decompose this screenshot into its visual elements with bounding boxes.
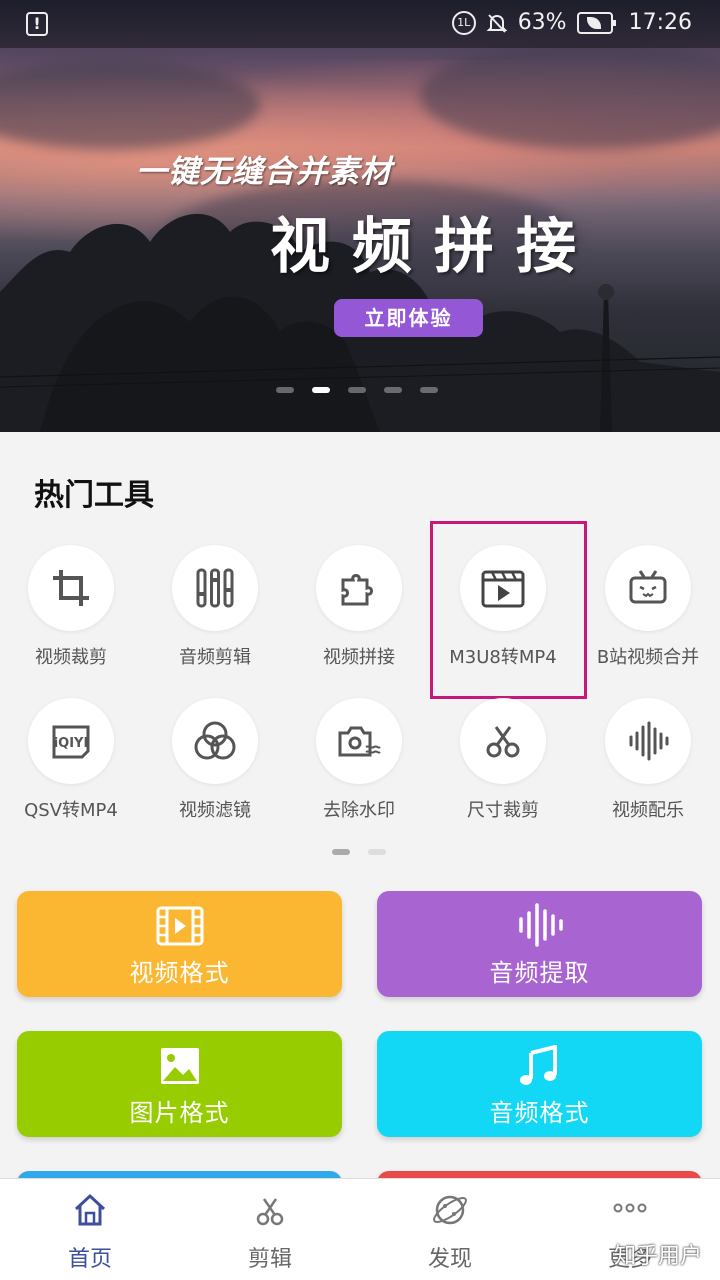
card-label: 图片格式 <box>129 1099 230 1127</box>
tool-label: B站视频合并 <box>596 647 700 668</box>
tool-icon-circle <box>460 698 546 784</box>
tool-icon-circle <box>605 698 691 784</box>
card-audio-extract[interactable]: 音频提取 <box>377 891 702 997</box>
tool-icon-circle <box>316 545 402 631</box>
hot-tools-title: 热门工具 <box>34 478 154 513</box>
banner-pagination <box>276 387 438 393</box>
tool-label: 去除水印 <box>323 800 395 821</box>
card-label: 音频格式 <box>489 1099 590 1127</box>
tool-bilibili-merge[interactable]: B站视频合并 <box>583 545 713 669</box>
watermark-text: 知乎用户 <box>613 1244 702 1269</box>
tools-page-dot[interactable] <box>368 849 386 855</box>
tool-video-splice[interactable]: 视频拼接 <box>294 545 424 669</box>
pagination-dot[interactable] <box>420 387 438 393</box>
card-label: 视频格式 <box>129 959 230 987</box>
tool-qsv-to-mp4[interactable]: iQIYI QSV转MP4 <box>6 698 136 822</box>
crop-icon <box>53 570 89 606</box>
nav-discover[interactable]: 发现 <box>360 1179 540 1280</box>
scissors-icon <box>256 1198 284 1226</box>
tool-label: 视频裁剪 <box>35 647 107 668</box>
scissors-icon <box>486 726 520 758</box>
bottom-nav: 首页 剪辑 发现 更多 <box>0 1178 720 1280</box>
tool-label: 尺寸裁剪 <box>467 800 539 821</box>
tool-label: QSV转MP4 <box>24 800 118 821</box>
card-audio-format[interactable]: 音频格式 <box>377 1031 702 1137</box>
bilibili-tv-icon <box>629 570 667 604</box>
camera-wave-icon <box>338 726 381 757</box>
tool-icon-circle <box>172 545 258 631</box>
tool-audio-edit[interactable]: 音频剪辑 <box>150 545 280 669</box>
planet-icon <box>433 1195 467 1225</box>
nav-label: 剪辑 <box>247 1247 292 1272</box>
pagination-dot[interactable] <box>348 387 366 393</box>
tool-label: 视频配乐 <box>612 800 684 821</box>
nav-edit[interactable]: 剪辑 <box>180 1179 360 1280</box>
nav-label: 发现 <box>427 1247 472 1272</box>
tools-pagination <box>332 849 386 855</box>
nav-home[interactable]: 首页 <box>0 1179 180 1280</box>
audio-bars-icon <box>518 903 563 947</box>
iqiyi-icon: iQIYI <box>52 725 90 759</box>
tool-icon-circle: iQIYI <box>28 698 114 784</box>
card-video-format[interactable]: 视频格式 <box>17 891 342 997</box>
status-bar: ! 1L 63% 17:26 <box>0 0 720 48</box>
home-icon <box>74 1193 106 1226</box>
tool-video-filter[interactable]: 视频滤镜 <box>150 698 280 822</box>
music-note-icon <box>519 1045 557 1085</box>
tool-video-crop[interactable]: 视频裁剪 <box>6 545 136 669</box>
tool-label: 视频拼接 <box>323 647 395 668</box>
pagination-dot-active[interactable] <box>312 387 330 393</box>
tool-icon-circle <box>605 545 691 631</box>
try-now-button[interactable]: 立即体验 <box>334 299 483 337</box>
highlight-box <box>430 521 587 699</box>
clock: 17:26 <box>628 10 692 35</box>
tools-page-dot-active[interactable] <box>332 849 350 855</box>
banner-subtitle: 一键无缝合并素材 <box>136 154 392 190</box>
data-saver-icon: 1L <box>451 10 476 35</box>
tool-remove-watermark[interactable]: 去除水印 <box>294 698 424 822</box>
tool-icon-circle <box>316 698 402 784</box>
filter-circles-icon <box>194 721 236 760</box>
svg-text:iQIYI: iQIYI <box>54 736 89 751</box>
mute-bell-icon <box>486 13 508 33</box>
nav-label: 首页 <box>67 1247 112 1272</box>
equalizer-icon <box>196 568 234 608</box>
image-icon <box>160 1048 199 1084</box>
card-image-format[interactable]: 图片格式 <box>17 1031 342 1137</box>
tool-label: 音频剪辑 <box>179 647 251 668</box>
battery-percent: 63% <box>517 10 567 35</box>
battery-icon <box>576 11 616 34</box>
tool-icon-circle <box>172 698 258 784</box>
card-label: 音频提取 <box>489 959 590 987</box>
soundwave-icon <box>629 721 669 761</box>
banner-carousel[interactable]: ! 1L 63% 17:26 一键无缝合并素材 视频拼接 立即体验 <box>0 0 720 432</box>
pagination-dot[interactable] <box>384 387 402 393</box>
tool-label: 视频滤镜 <box>179 800 251 821</box>
pagination-dot[interactable] <box>276 387 294 393</box>
film-strip-icon <box>156 906 203 946</box>
puzzle-icon <box>341 574 373 606</box>
banner-title: 视频拼接 <box>270 212 598 282</box>
notification-alert-icon: ! <box>26 12 48 36</box>
more-dots-icon <box>613 1203 647 1213</box>
tool-icon-circle <box>28 545 114 631</box>
tool-size-crop[interactable]: 尺寸裁剪 <box>438 698 568 822</box>
tool-video-music[interactable]: 视频配乐 <box>583 698 713 822</box>
